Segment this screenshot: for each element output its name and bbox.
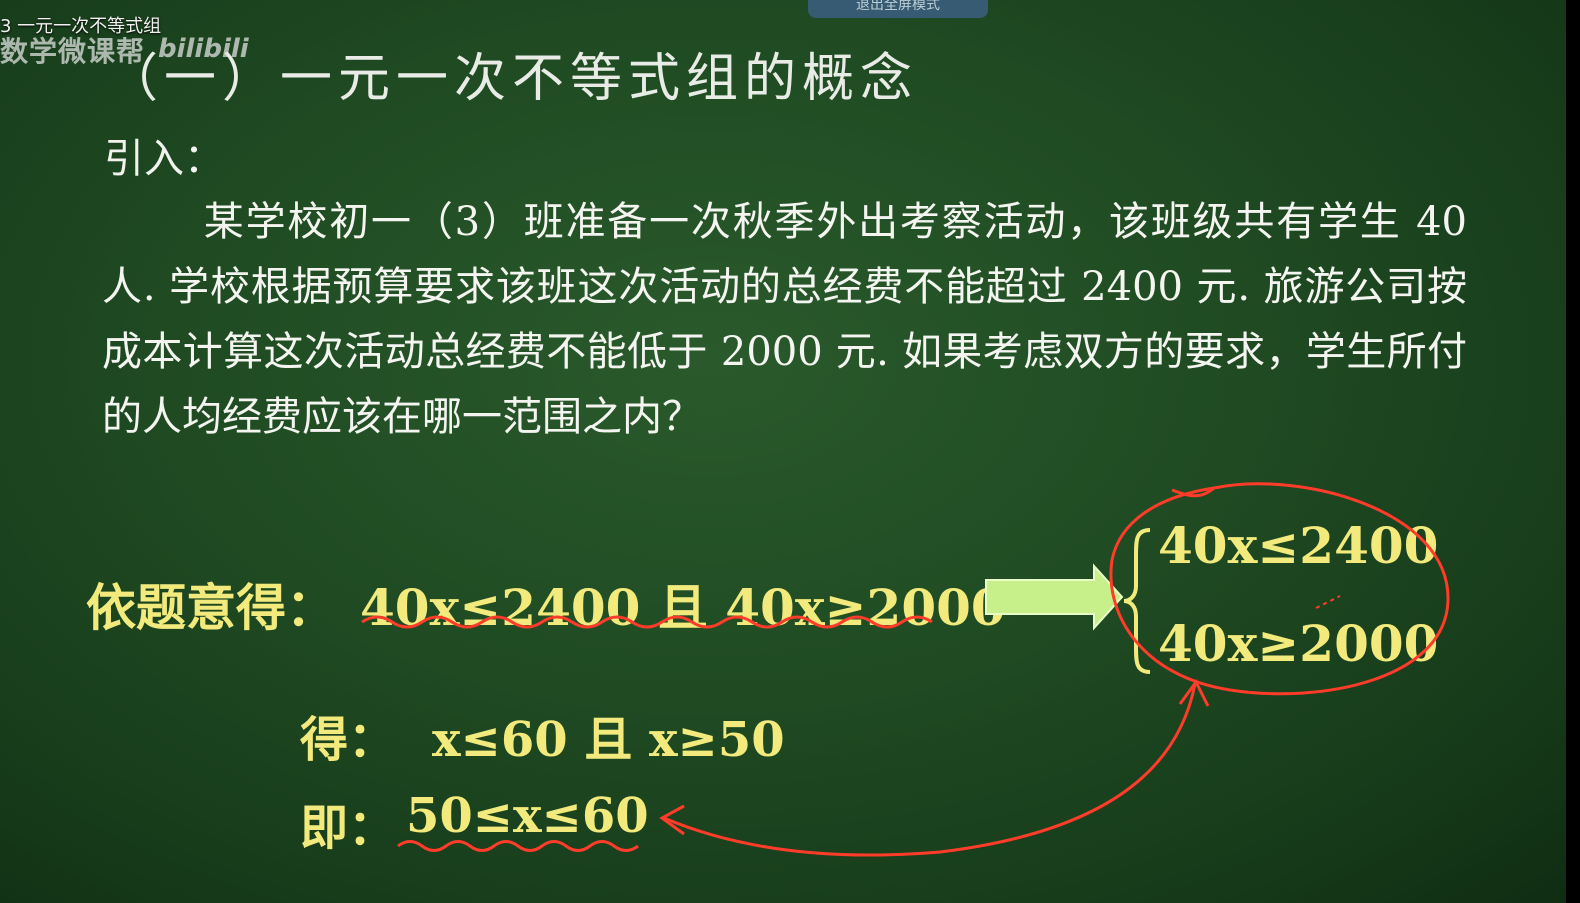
step1-label: 依题意得： — [86, 578, 336, 637]
problem-body: 某学校初一（3）班准备一次秋季外出考察活动，该班级共有学生 40 人. 学校根据… — [102, 199, 1467, 440]
step3-label: 即： — [300, 800, 397, 856]
channel-watermark: 数学微课帮 — [0, 35, 146, 68]
small-tick-mark — [1315, 595, 1341, 609]
step2-expression: x≤60 且 x≥50 — [432, 712, 785, 768]
red-annotations — [361, 482, 1450, 857]
system-line-1: 40x≤2400 — [1158, 516, 1439, 575]
video-frame[interactable]: 退出全屏模式 （一）一元一次不等式组的概念 3 一元一次不等式组 数学微课帮 b… — [0, 0, 1580, 903]
system-line-2: 40x≥2000 — [1158, 614, 1439, 673]
exit-fullscreen-tab[interactable]: 退出全屏模式 — [808, 0, 988, 18]
frame-edge — [1566, 0, 1580, 903]
arrowhead-top — [1178, 679, 1210, 707]
step3-expression: 50≤x≤60 — [406, 788, 649, 844]
bilibili-logo: bilibili — [158, 34, 249, 64]
arrowhead-bottom — [659, 804, 685, 836]
step2-label: 得： — [300, 712, 397, 768]
right-arrow-icon — [985, 563, 1124, 631]
step1-expression: 40x≤2400 且 40x≥2000 — [360, 578, 1006, 637]
problem-text: 某学校初一（3）班准备一次秋季外出考察活动，该班级共有学生 40 人. 学校根据… — [102, 190, 1467, 450]
intro-label: 引入： — [104, 136, 224, 182]
left-brace-icon — [1123, 528, 1151, 674]
